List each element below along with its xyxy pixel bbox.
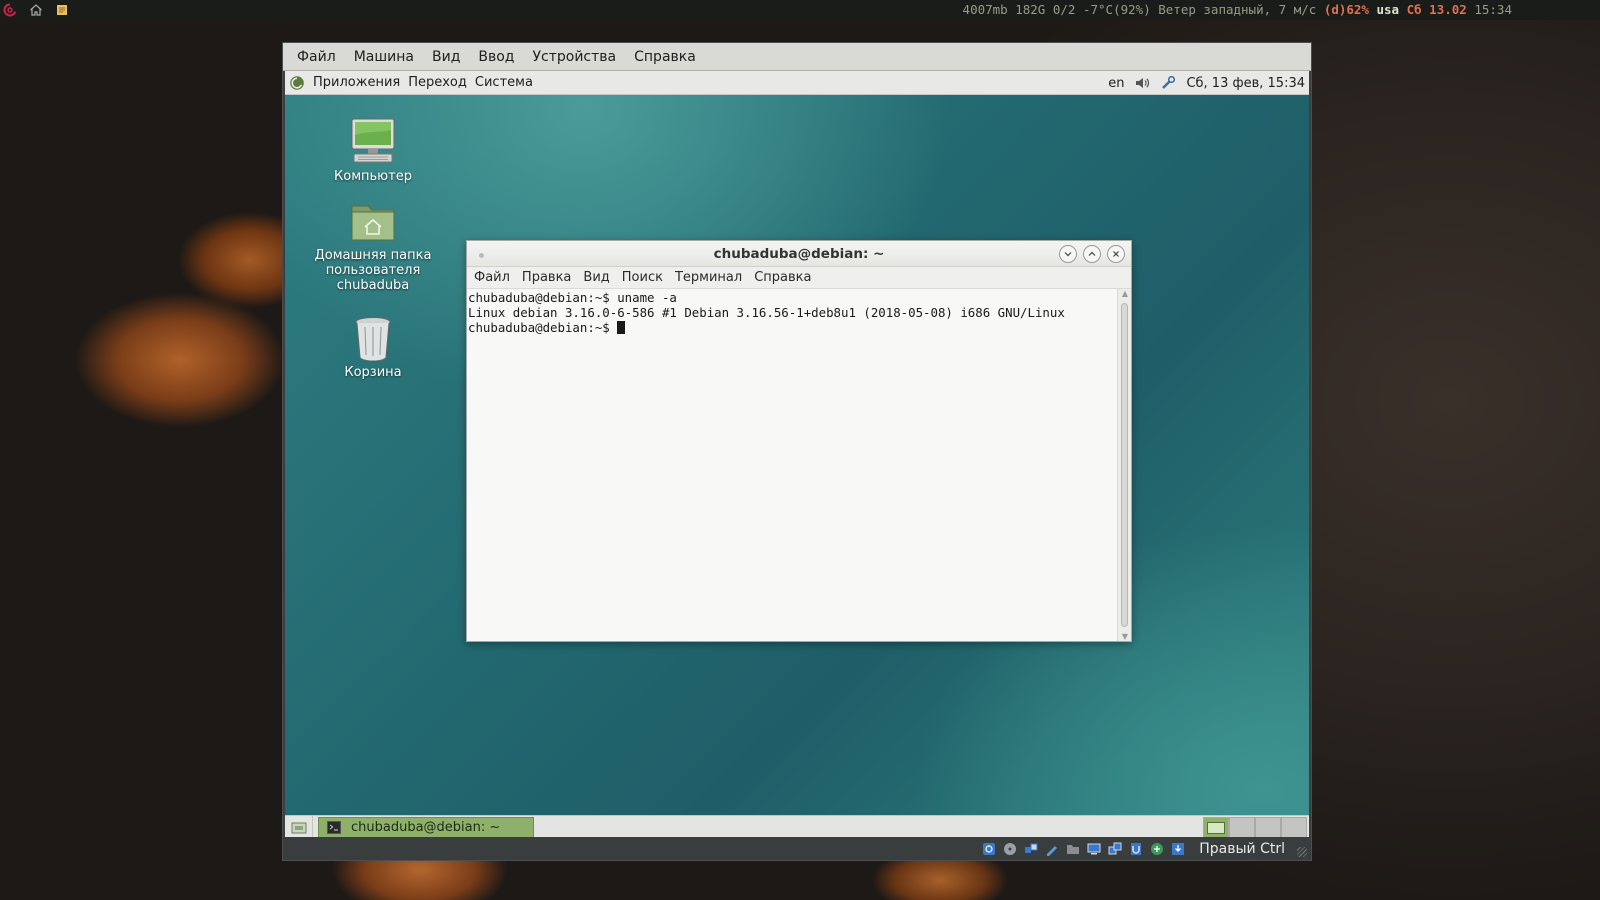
terminal-menu-file[interactable]: Файл (474, 270, 510, 285)
computer-icon (351, 118, 395, 163)
scrollbar-thumb[interactable] (1121, 303, 1128, 627)
trash-icon (355, 317, 391, 361)
optical-drive-icon[interactable] (981, 841, 997, 857)
show-desktop-button[interactable] (285, 815, 313, 839)
vm-menu-view[interactable]: Вид (432, 49, 460, 65)
close-icon (1113, 251, 1119, 257)
terminal-scrollbar[interactable]: ▲ ▼ (1117, 289, 1131, 641)
time-readout: 15:34 (1474, 2, 1512, 17)
workspace-1[interactable] (1203, 817, 1229, 838)
terminal-menu-search[interactable]: Поиск (622, 270, 663, 285)
keyboard-layout-indicator[interactable]: en (1108, 76, 1124, 91)
menu-places[interactable]: Переход (408, 75, 467, 90)
vm-menu-machine[interactable]: Машина (354, 49, 414, 65)
date-readout: Сб 13.02 (1406, 2, 1467, 17)
desktop-icon-label: Домашняя папка пользователя chubaduba (314, 248, 432, 293)
workspace-2[interactable] (1229, 817, 1255, 838)
files-icon[interactable] (54, 2, 70, 18)
scroll-down-arrow-icon[interactable]: ▼ (1118, 632, 1132, 641)
vm-menu-devices[interactable]: Устройства (533, 49, 617, 65)
network-tools-icon[interactable] (1160, 75, 1176, 91)
maximize-button[interactable] (1083, 245, 1101, 263)
mouse-integration-icon[interactable] (1170, 841, 1186, 857)
vm-menu-help[interactable]: Справка (634, 49, 696, 65)
terminal-line: chubaduba@debian:~$ uname -a (468, 290, 677, 305)
debian-swirl-icon[interactable] (2, 2, 18, 18)
terminal-menu-edit[interactable]: Правка (522, 270, 571, 285)
usb-icon[interactable] (1023, 841, 1039, 857)
terminal-icon (327, 821, 341, 834)
memory-readout: 4007mb (962, 2, 1008, 17)
system-status-line: 4007mb 182G 0/2 -7°C(92%) Ветер западный… (963, 2, 1512, 17)
shared-folder-icon[interactable] (1065, 841, 1081, 857)
terminal-menu-help[interactable]: Справка (754, 270, 811, 285)
volume-icon[interactable] (1134, 75, 1150, 91)
debian-menu-icon[interactable] (289, 75, 305, 91)
terminal-prompt-line: chubaduba@debian:~$ (468, 320, 1119, 335)
menu-system[interactable]: Система (475, 75, 533, 90)
text-cursor (617, 321, 626, 334)
host-top-bar: 4007mb 182G 0/2 -7°C(92%) Ветер западный… (0, 0, 1600, 20)
host-key-label: Правый Ctrl (1199, 840, 1285, 857)
chevron-up-icon (1088, 251, 1096, 256)
workspace-readout: 0/2 (1052, 2, 1076, 17)
window-menu-dot[interactable] (479, 253, 484, 258)
disk-readout: 182G (1015, 2, 1046, 17)
vm-menu-input[interactable]: Ввод (478, 49, 514, 65)
display-icon[interactable] (1086, 841, 1102, 857)
home-icon[interactable] (28, 2, 44, 18)
chevron-down-icon (1064, 252, 1072, 257)
desktop-icon-home-folder[interactable]: Домашняя папка пользователя chubaduba (311, 194, 435, 293)
terminal-menubar: Файл Правка Вид Поиск Терминал Справка (467, 267, 1131, 289)
workspace-switcher (1203, 817, 1307, 838)
minimize-button[interactable] (1059, 245, 1077, 263)
menu-applications[interactable]: Приложения (313, 75, 400, 90)
virtualbox-window: Файл Машина Вид Ввод Устройства Справка … (282, 42, 1312, 861)
terminal-menu-terminal[interactable]: Терминал (675, 270, 742, 285)
vm-menu-file[interactable]: Файл (297, 49, 336, 65)
weather-readout: -7°C(92%) Ветер западный, 7 м/с (1082, 2, 1317, 17)
keyboard-layout-readout: usa (1376, 2, 1400, 17)
guest-clock[interactable]: Сб, 13 фев, 15:34 (1186, 76, 1305, 91)
home-folder-icon (351, 205, 395, 241)
vm-status-bar: Правый Ctrl (283, 837, 1311, 860)
guest-desktop[interactable]: Приложения Переход Система en Сб, 13 фев… (285, 71, 1309, 839)
resize-grip-icon[interactable] (1297, 847, 1307, 857)
virtualization-icon[interactable] (1149, 841, 1165, 857)
desktop-icon-label: Компьютер (334, 169, 412, 184)
terminal-line: Linux debian 3.16.0-6-586 #1 Debian 3.16… (468, 305, 1065, 320)
workspace-4[interactable] (1281, 817, 1307, 838)
guest-top-panel: Приложения Переход Система en Сб, 13 фев… (285, 71, 1309, 95)
cd-icon[interactable] (1002, 841, 1018, 857)
terminal-menu-view[interactable]: Вид (583, 270, 609, 285)
taskbar-button-label: chubaduba@debian: ~ (351, 820, 501, 835)
network-adapter-icon[interactable] (1107, 841, 1123, 857)
close-button[interactable] (1107, 245, 1125, 263)
terminal-title: chubaduba@debian: ~ (713, 245, 885, 262)
terminal-line: chubaduba@debian:~$ (468, 320, 618, 335)
shared-clipboard-icon[interactable] (1044, 841, 1060, 857)
guest-bottom-panel: chubaduba@debian: ~ (285, 815, 1309, 839)
terminal-window[interactable]: chubaduba@debian: ~ Файл Правка Вид Поис… (466, 240, 1132, 642)
desktop-icon-trash[interactable]: Корзина (311, 311, 435, 380)
show-desktop-icon (291, 822, 306, 833)
scroll-up-arrow-icon[interactable]: ▲ (1118, 289, 1132, 298)
desktop-icon-computer[interactable]: Компьютер (311, 115, 435, 184)
vm-menubar: Файл Машина Вид Ввод Устройства Справка (283, 43, 1311, 71)
recording-icon[interactable] (1128, 841, 1144, 857)
taskbar-button-terminal[interactable]: chubaduba@debian: ~ (318, 816, 534, 839)
terminal-titlebar[interactable]: chubaduba@debian: ~ (467, 241, 1131, 267)
desktop-icon-label: Корзина (344, 365, 402, 380)
terminal-output[interactable]: chubaduba@debian:~$ uname -a Linux debian… (467, 289, 1119, 641)
workspace-3[interactable] (1255, 817, 1281, 838)
battery-readout: (d)62% (1323, 2, 1369, 17)
